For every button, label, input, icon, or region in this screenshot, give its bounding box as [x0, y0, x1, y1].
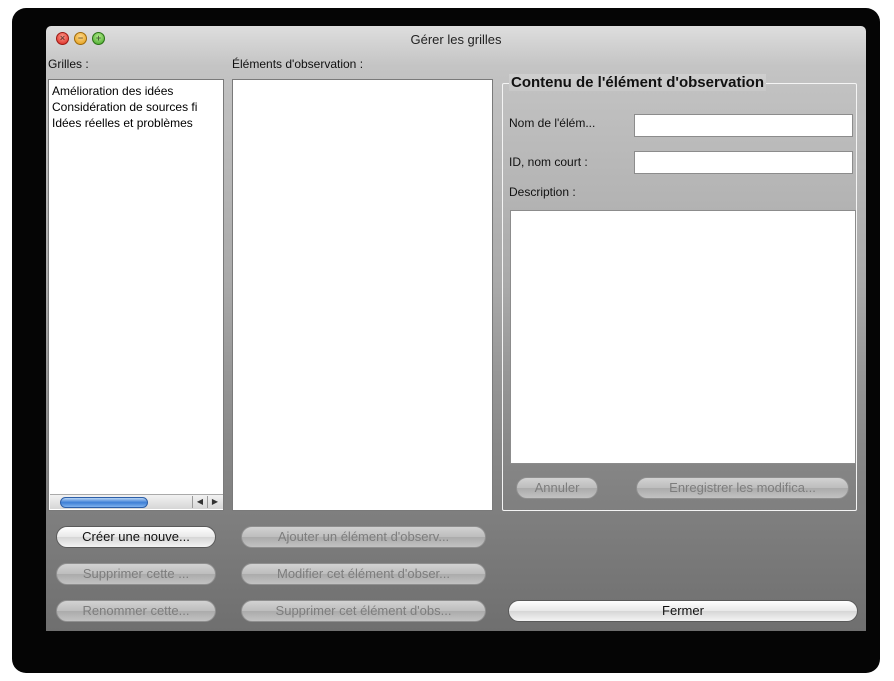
rename-grid-button[interactable]: Renommer cette... — [56, 600, 216, 622]
create-grid-button[interactable]: Créer une nouve... — [56, 526, 216, 548]
scroll-right-arrow-icon[interactable]: ▶ — [207, 496, 222, 508]
group-title: Contenu de l'élément d'observation — [509, 74, 767, 91]
elements-label: Éléments d'observation : — [232, 57, 364, 71]
close-button[interactable]: Fermer — [508, 600, 858, 622]
short-id-field[interactable] — [634, 151, 853, 174]
delete-grid-button[interactable]: Supprimer cette ... — [56, 563, 216, 585]
list-item[interactable]: Considération de sources fi — [49, 99, 223, 115]
description-textarea[interactable] — [510, 210, 856, 464]
manage-grids-dialog: × − + Gérer les grilles Grilles : Amélio… — [46, 26, 866, 631]
cancel-button[interactable]: Annuler — [516, 477, 598, 499]
grilles-label: Grilles : — [48, 57, 89, 71]
list-item[interactable]: Amélioration des idées — [49, 83, 223, 99]
short-id-label: ID, nom court : — [509, 155, 588, 169]
grilles-list[interactable]: Amélioration des idées Considération de … — [48, 79, 224, 511]
modify-element-button[interactable]: Modifier cet élément d'obser... — [241, 563, 486, 585]
title-bar: × − + Gérer les grilles — [46, 26, 866, 52]
description-label: Description : — [509, 185, 576, 199]
name-field[interactable] — [634, 114, 853, 137]
scroll-left-arrow-icon[interactable]: ◀ — [192, 496, 207, 508]
grilles-horizontal-scrollbar[interactable]: ◀ ▶ — [50, 494, 223, 509]
save-changes-button[interactable]: Enregistrer les modifica... — [636, 477, 849, 499]
delete-element-button[interactable]: Supprimer cet élément d'obs... — [241, 600, 486, 622]
elements-list[interactable] — [232, 79, 493, 511]
name-label: Nom de l'élém... — [509, 116, 596, 130]
element-content-group: Contenu de l'élément d'observation Nom d… — [502, 74, 857, 511]
list-item[interactable]: Idées réelles et problèmes — [49, 115, 223, 131]
add-element-button[interactable]: Ajouter un élément d'observ... — [241, 526, 486, 548]
scrollbar-thumb[interactable] — [60, 497, 148, 508]
window-title: Gérer les grilles — [410, 32, 502, 47]
